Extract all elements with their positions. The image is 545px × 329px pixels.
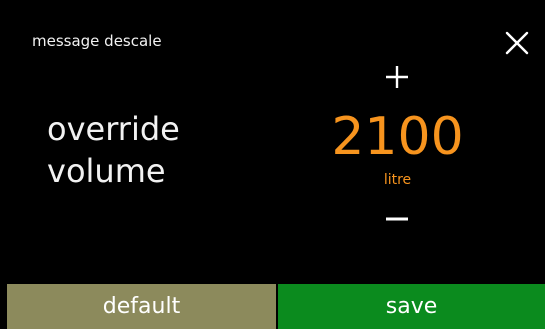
descale-settings-screen: message descale override volume 2100 lit… [0,0,545,329]
increase-button[interactable] [380,60,414,94]
minus-icon [386,217,408,221]
default-button[interactable]: default [7,284,276,329]
close-icon [505,31,529,55]
volume-value: 2100 [331,107,464,167]
setting-label: override volume [47,108,247,192]
save-button[interactable]: save [278,284,545,329]
volume-unit: litre [383,172,412,188]
plus-icon [386,66,408,88]
setting-label-line2: volume [47,152,166,190]
close-button[interactable] [500,26,534,60]
screen-title: message descale [32,32,162,50]
action-bar: default save [0,284,545,329]
decrease-button[interactable] [380,202,414,236]
setting-label-line1: override [47,110,180,148]
